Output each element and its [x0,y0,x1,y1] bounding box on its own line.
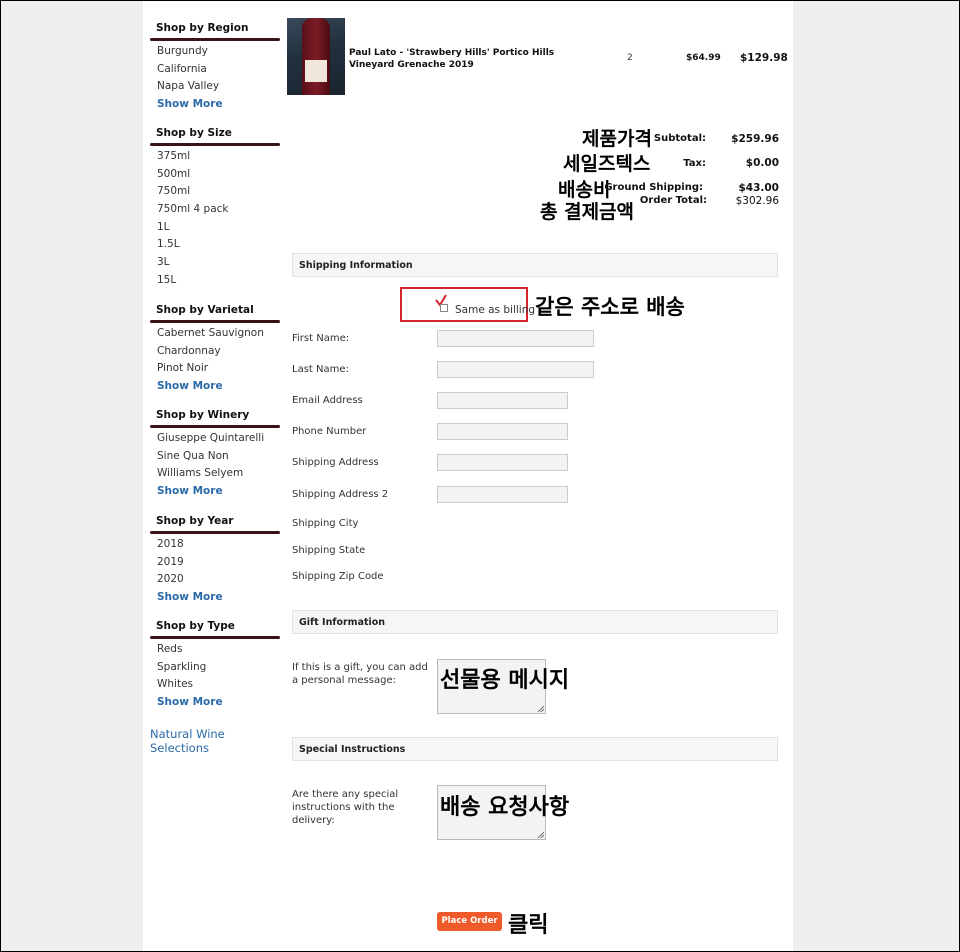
screenshot-border [0,0,960,952]
